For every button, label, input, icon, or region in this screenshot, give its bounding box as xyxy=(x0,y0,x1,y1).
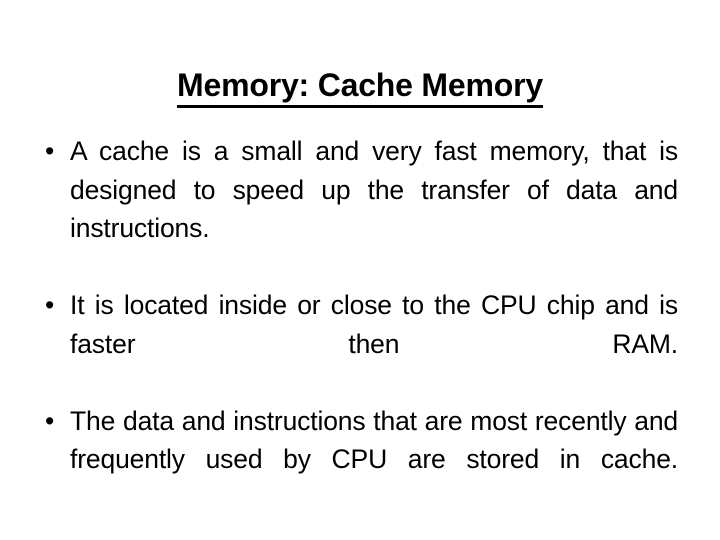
list-item-text: A cache is a small and very fast memory,… xyxy=(70,136,678,243)
bullet-dot-icon: • xyxy=(45,290,55,320)
list-item-text: The data and instructions that are most … xyxy=(70,405,678,475)
slide-body: • A cache is a small and very fast memor… xyxy=(30,132,678,517)
bullet-list: • A cache is a small and very fast memor… xyxy=(30,132,678,517)
list-item-text: It is located inside or close to the CPU… xyxy=(70,290,678,359)
slide-canvas: Memory: Cache Memory • A cache is a smal… xyxy=(0,0,720,540)
slide-title-area: Memory: Cache Memory xyxy=(0,46,720,130)
list-item: • A cache is a small and very fast memor… xyxy=(30,132,678,286)
page-title: Memory: Cache Memory xyxy=(177,67,543,109)
list-item: • The data and instructions that are mos… xyxy=(30,402,678,518)
bullet-dot-icon: • xyxy=(45,405,55,436)
list-item: • It is located inside or close to the C… xyxy=(30,286,678,402)
bullet-dot-icon: • xyxy=(45,136,55,166)
